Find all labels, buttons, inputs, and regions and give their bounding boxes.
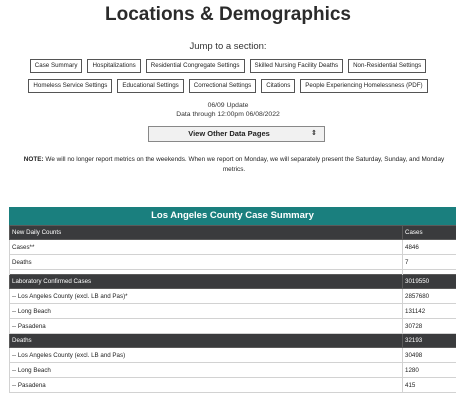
case-summary-title: Los Angeles County Case Summary: [9, 207, 456, 225]
row-value: 30728: [402, 318, 456, 334]
jump-non-residential-button[interactable]: Non-Residential Settings: [348, 59, 427, 73]
row-label: -- Los Angeles County (excl. LB and Pas)…: [9, 288, 403, 304]
table-row: -- Los Angeles County (excl. LB and Pas)…: [9, 347, 456, 363]
jump-links-row-1: Case Summary Hospitalizations Residentia…: [0, 59, 456, 73]
row-value: 415: [402, 377, 456, 393]
jump-skilled-nursing-button[interactable]: Skilled Nursing Facility Deaths: [249, 59, 344, 73]
jump-correctional-button[interactable]: Correctional Settings: [188, 79, 257, 93]
header-cell: Laboratory Confirmed Cases: [9, 274, 403, 289]
jump-homeless-service-button[interactable]: Homeless Service Settings: [28, 79, 113, 93]
row-label: -- Long Beach: [9, 303, 403, 319]
jump-links-row-2: Homeless Service Settings Educational Se…: [0, 79, 456, 93]
row-value: 7: [402, 254, 456, 270]
jump-educational-button[interactable]: Educational Settings: [117, 79, 184, 93]
update-data-through: Data through 12:00pm 06/08/2022: [176, 111, 280, 118]
table-row: -- Pasadena 30728: [9, 318, 456, 334]
jump-citations-button[interactable]: Citations: [261, 79, 296, 93]
header-cell: Cases: [402, 225, 456, 240]
select-label: View Other Data Pages: [188, 129, 270, 138]
table-header-row: New Daily Counts Cases: [9, 225, 456, 240]
row-value: 4846: [402, 239, 456, 255]
update-date: 06/09 Update: [207, 102, 249, 109]
row-value: 131142: [402, 303, 456, 319]
row-label: -- Pasadena: [9, 377, 403, 393]
row-label: Deaths: [9, 254, 403, 270]
table-row: -- Long Beach 131142: [9, 303, 456, 319]
row-label: -- Long Beach: [9, 362, 403, 378]
weekend-note: NOTE: We will no longer report metrics o…: [14, 155, 454, 175]
select-arrows-icon: ⇕: [311, 130, 317, 137]
table-header-row: Laboratory Confirmed Cases 3019550: [9, 274, 456, 289]
jump-case-summary-button[interactable]: Case Summary: [29, 59, 83, 73]
note-prefix: NOTE:: [23, 156, 44, 163]
table-row: -- Los Angeles County (excl. LB and Pas)…: [9, 288, 456, 304]
table-row: Cases** 4846: [9, 239, 456, 255]
header-cell: 3019550: [402, 274, 456, 289]
table-header-row: Deaths 32193: [9, 333, 456, 348]
row-value: 2857680: [402, 288, 456, 304]
row-label: -- Pasadena: [9, 318, 403, 334]
header-cell: Deaths: [9, 333, 403, 348]
table-row: Deaths 7: [9, 254, 456, 270]
header-cell: 32193: [402, 333, 456, 348]
jump-label: Jump to a section:: [189, 41, 267, 52]
jump-hospitalizations-button[interactable]: Hospitalizations: [87, 59, 141, 73]
case-summary-table: Los Angeles County Case Summary New Dail…: [9, 207, 456, 393]
other-data-pages-select[interactable]: View Other Data Pages ⇕: [148, 126, 325, 142]
jump-homelessness-pdf-button[interactable]: People Experiencing Homelessness (PDF): [300, 79, 428, 93]
header-cell: New Daily Counts: [9, 225, 403, 240]
row-label: Cases**: [9, 239, 403, 255]
page-title: Locations & Demographics: [105, 4, 351, 25]
row-value: 30498: [402, 347, 456, 363]
table-row: -- Pasadena 415: [9, 377, 456, 393]
table-row: -- Long Beach 1280: [9, 362, 456, 378]
note-text: We will no longer report metrics on the …: [43, 156, 445, 173]
row-value: 1280: [402, 362, 456, 378]
jump-residential-congregate-button[interactable]: Residential Congregate Settings: [145, 59, 245, 73]
case-summary-grid: New Daily Counts Cases Cases** 4846 Deat…: [9, 225, 456, 393]
row-label: -- Los Angeles County (excl. LB and Pas): [9, 347, 403, 363]
